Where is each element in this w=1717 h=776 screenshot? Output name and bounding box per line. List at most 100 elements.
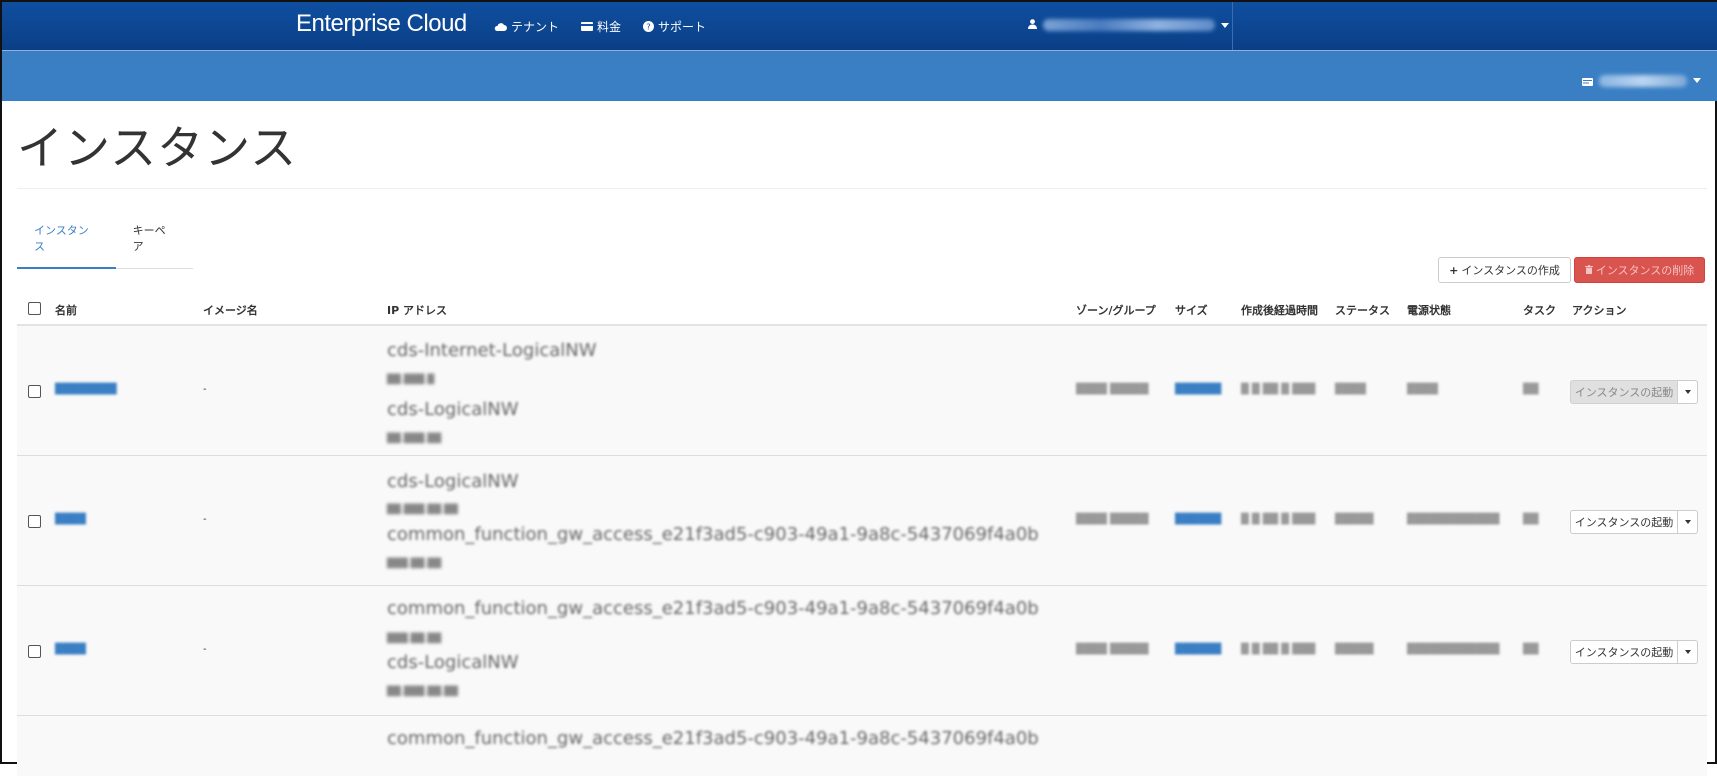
- tenant-card-icon: [1582, 71, 1593, 90]
- network-name: common_function_gw_access_e21f3ad5-c903-…: [387, 598, 1039, 619]
- table-row: common_function_gw_access_e21f3ad5-c903-…: [17, 716, 1707, 776]
- chevron-down-icon: [1221, 22, 1229, 28]
- nav-billing[interactable]: 料金: [581, 18, 621, 35]
- header-elapsed[interactable]: 作成後経過時間: [1241, 302, 1318, 318]
- network-name: cds-LogicalNW: [387, 652, 519, 673]
- row-action-group: インスタンスの起動: [1570, 380, 1698, 404]
- network-name: cds-Internet-LogicalNW: [387, 340, 597, 361]
- task-redacted: ██: [1523, 384, 1539, 395]
- image-name: -: [203, 384, 207, 395]
- ip-address-redacted: ██.███.██.██: [387, 505, 458, 515]
- elapsed-redacted: █ █ ██ █ ███: [1241, 644, 1316, 655]
- status-redacted: █████: [1335, 514, 1374, 525]
- svg-text:?: ?: [646, 23, 650, 32]
- header-size[interactable]: サイズ: [1175, 302, 1208, 318]
- cloud-icon: [494, 22, 507, 31]
- page-title: インスタンス: [17, 121, 298, 175]
- brand-logo[interactable]: Enterprise Cloud: [296, 10, 467, 38]
- delete-instance-button[interactable]: インスタンスの削除: [1574, 257, 1705, 283]
- nav-support-label: サポート: [658, 20, 707, 34]
- ip-address-redacted: ███.██.██: [387, 634, 442, 644]
- header-zone[interactable]: ゾーン/グループ: [1076, 302, 1156, 318]
- power-redacted: ████████████: [1407, 514, 1500, 525]
- header-power[interactable]: 電源状態: [1407, 302, 1451, 318]
- header-task[interactable]: タスク: [1523, 302, 1556, 318]
- delete-instance-label: インスタンスの削除: [1595, 264, 1695, 277]
- credit-card-icon: [581, 22, 594, 31]
- nav-tenant-label: テナント: [511, 20, 560, 34]
- tenant-selector[interactable]: [1582, 71, 1701, 90]
- username-redacted: [1043, 19, 1215, 31]
- task-redacted: ██: [1523, 644, 1539, 655]
- start-instance-button[interactable]: インスタンスの起動: [1570, 640, 1678, 664]
- top-navbar: Enterprise Cloud テナント 料金 ? サポート: [2, 2, 1717, 51]
- tab-bar: インスタンス キーペア: [17, 212, 193, 269]
- status-redacted: ████: [1335, 384, 1366, 395]
- instance-name-redacted[interactable]: ████████: [55, 384, 117, 395]
- chevron-down-icon: [1684, 390, 1691, 394]
- table-row: ████████ - cds-Internet-LogicalNW ██.███…: [17, 326, 1707, 456]
- ip-address-redacted: ███.██.██: [387, 559, 442, 569]
- create-instance-button[interactable]: + インスタンスの作成: [1438, 257, 1571, 283]
- image-name: -: [203, 514, 207, 525]
- zone-redacted: ████ █████: [1076, 384, 1149, 395]
- top-nav: テナント 料金 ? サポート: [494, 18, 706, 35]
- header-name[interactable]: 名前: [55, 302, 77, 318]
- row-action-group: インスタンスの起動: [1570, 640, 1698, 664]
- question-circle-icon: ?: [643, 21, 655, 32]
- row-action-dropdown[interactable]: [1678, 640, 1698, 664]
- elapsed-redacted: █ █ ██ █ ███: [1241, 384, 1316, 395]
- row-action-dropdown[interactable]: [1678, 380, 1698, 404]
- header-status[interactable]: ステータス: [1335, 302, 1390, 318]
- chevron-down-icon: [1684, 650, 1691, 654]
- start-instance-button[interactable]: インスタンスの起動: [1570, 510, 1678, 534]
- start-instance-button[interactable]: インスタンスの起動: [1570, 380, 1678, 404]
- power-redacted: ████: [1407, 384, 1438, 395]
- task-redacted: ██: [1523, 514, 1539, 525]
- instances-table: 名前 イメージ名 IP アドレス ゾーン/グループ サイズ 作成後経過時間 ステ…: [17, 294, 1707, 776]
- select-all-checkbox[interactable]: [28, 302, 41, 315]
- status-redacted: █████: [1335, 644, 1374, 655]
- row-checkbox[interactable]: [28, 385, 41, 398]
- size-redacted[interactable]: ██████: [1175, 644, 1221, 655]
- header-ip[interactable]: IP アドレス: [387, 302, 447, 318]
- row-checkbox[interactable]: [28, 645, 41, 658]
- network-name: common_function_gw_access_e21f3ad5-c903-…: [387, 728, 1039, 749]
- size-redacted[interactable]: ██████: [1175, 384, 1221, 395]
- header-image[interactable]: イメージ名: [203, 302, 258, 318]
- tab-keypairs[interactable]: キーペア: [116, 212, 193, 268]
- row-checkbox[interactable]: [28, 515, 41, 528]
- create-instance-label: インスタンスの作成: [1461, 264, 1560, 277]
- navbar-divider: [1232, 2, 1233, 50]
- title-divider: [17, 188, 1707, 189]
- table-row: ████ - cds-LogicalNW ██.███.██.██ common…: [17, 456, 1707, 586]
- power-redacted: ████████████: [1407, 644, 1500, 655]
- user-menu[interactable]: [1028, 18, 1229, 32]
- network-name: common_function_gw_access_e21f3ad5-c903-…: [387, 524, 1039, 545]
- row-action-group: インスタンスの起動: [1570, 510, 1698, 534]
- instance-name-redacted[interactable]: ████: [55, 514, 86, 525]
- header-action: アクション: [1572, 304, 1627, 317]
- table-header: 名前 イメージ名 IP アドレス ゾーン/グループ サイズ 作成後経過時間 ステ…: [17, 294, 1707, 326]
- instance-name-redacted[interactable]: ████: [55, 644, 86, 655]
- zone-redacted: ████ █████: [1076, 644, 1149, 655]
- network-name: cds-LogicalNW: [387, 399, 519, 420]
- table-row: ████ - common_function_gw_access_e21f3ad…: [17, 586, 1707, 716]
- row-action-dropdown[interactable]: [1678, 510, 1698, 534]
- ip-address-redacted: ██.███.██.██: [387, 687, 458, 697]
- tenant-bar: [2, 51, 1717, 101]
- user-icon: [1028, 18, 1037, 32]
- plus-icon: +: [1449, 263, 1459, 277]
- tab-instances[interactable]: インスタンス: [17, 212, 116, 269]
- chevron-down-icon: [1684, 520, 1691, 524]
- trash-icon: [1584, 264, 1593, 277]
- elapsed-redacted: █ █ ██ █ ███: [1241, 514, 1316, 525]
- nav-support[interactable]: ? サポート: [643, 18, 706, 35]
- chevron-down-icon: [1693, 78, 1701, 83]
- zone-redacted: ████ █████: [1076, 514, 1149, 525]
- ip-address-redacted: ██.███.█: [387, 375, 435, 385]
- size-redacted[interactable]: ██████: [1175, 514, 1221, 525]
- nav-tenant[interactable]: テナント: [494, 18, 559, 35]
- ip-address-redacted: ██.███.██: [387, 434, 442, 444]
- nav-billing-label: 料金: [597, 20, 622, 34]
